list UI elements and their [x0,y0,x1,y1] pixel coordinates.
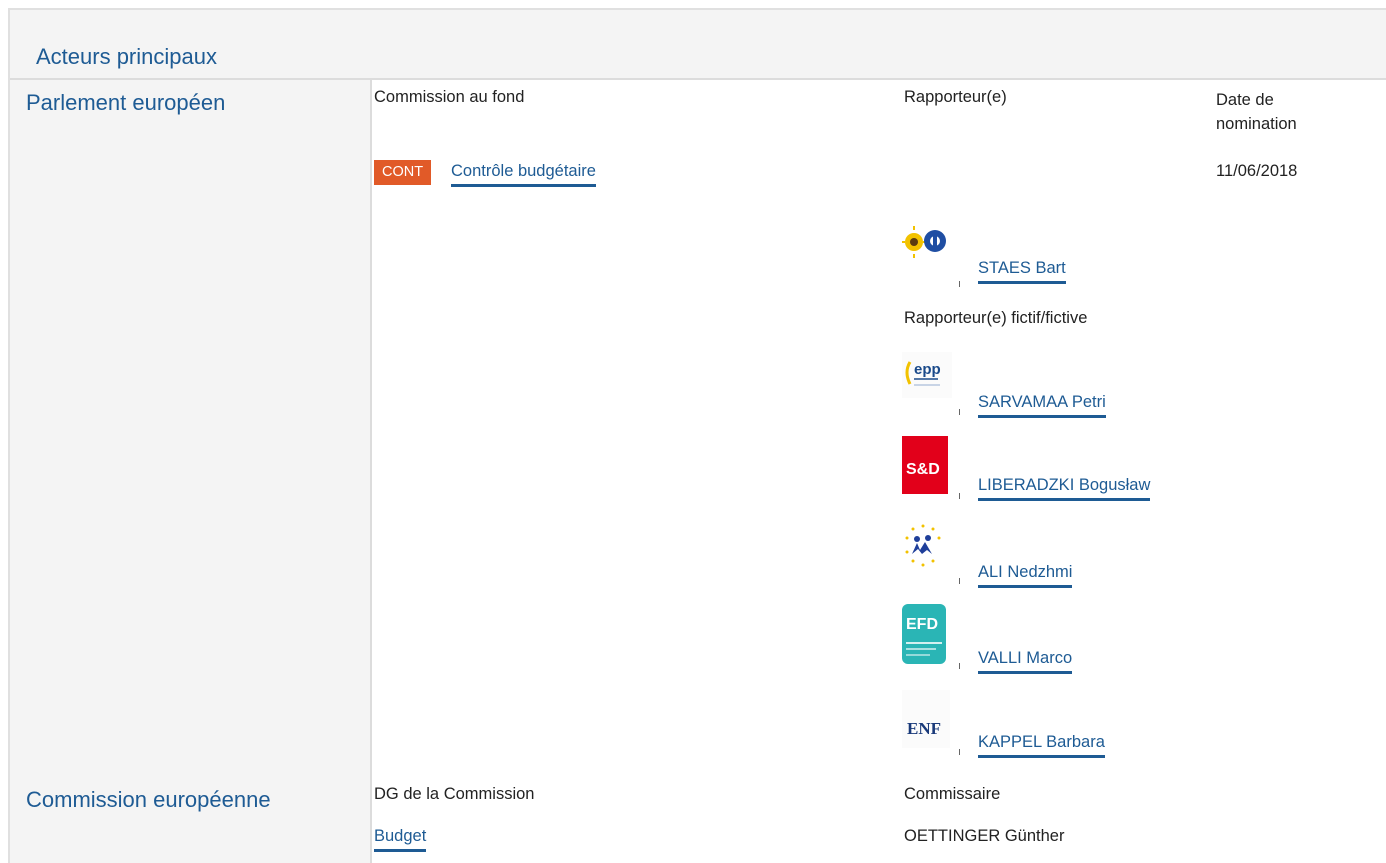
dg-link[interactable]: Budget [374,827,427,852]
date-column-header: Date de nomination [1216,91,1297,133]
shadow-rapporteur-link[interactable]: SARVAMAA Petri [978,393,1106,418]
commissioner-column-header: Commissaire [904,785,1001,803]
list-marker [959,749,960,755]
list-marker [959,663,960,669]
svg-text:S&D: S&D [906,461,940,478]
committee-code-badge: CONT [374,160,432,185]
commissioner-name: OETTINGER Günther [904,827,1065,845]
shadow-rapporteur-link[interactable]: LIBERADZKI Bogusław [978,476,1151,501]
list-marker [959,578,960,584]
s-and-d-logo-icon: S&D [902,436,948,494]
shadow-rapporteur-link[interactable]: VALLI Marco [978,649,1073,674]
appointment-date: 11/06/2018 [1216,162,1298,180]
actor-type-column [10,80,372,863]
list-marker [959,493,960,499]
committee-column-header: Commission au fond [374,88,525,106]
rapporteur-link[interactable]: STAES Bart [978,259,1066,284]
svg-text:EFD: EFD [906,616,938,633]
rapporteur-column-header: Rapporteur(e) [904,88,1007,106]
commission-label: Commission européenne [26,787,271,812]
svg-text:epp: epp [914,361,941,378]
dg-column-header: DG de la Commission [374,785,535,803]
svg-text:ENF: ENF [907,719,941,738]
list-marker [959,281,960,287]
parliament-label: Parlement européen [26,90,226,115]
section-title: Acteurs principaux [36,44,217,69]
greens-efa-logo-icon [902,226,946,258]
section-header: Acteurs principaux [10,10,1386,80]
list-marker [959,409,960,415]
shadow-rapporteur-link[interactable]: KAPPEL Barbara [978,733,1105,758]
efdd-logo-icon: EFD [902,604,946,664]
enf-logo-icon: ENF [902,690,950,748]
committee-link[interactable]: Contrôle budgétaire [451,162,596,187]
shadow-rapporteur-link[interactable]: ALI Nedzhmi [978,563,1073,588]
alde-logo-icon [902,520,944,578]
epp-logo-icon: epp [902,352,952,398]
shadow-rapporteurs-label: Rapporteur(e) fictif/fictive [904,309,1088,327]
